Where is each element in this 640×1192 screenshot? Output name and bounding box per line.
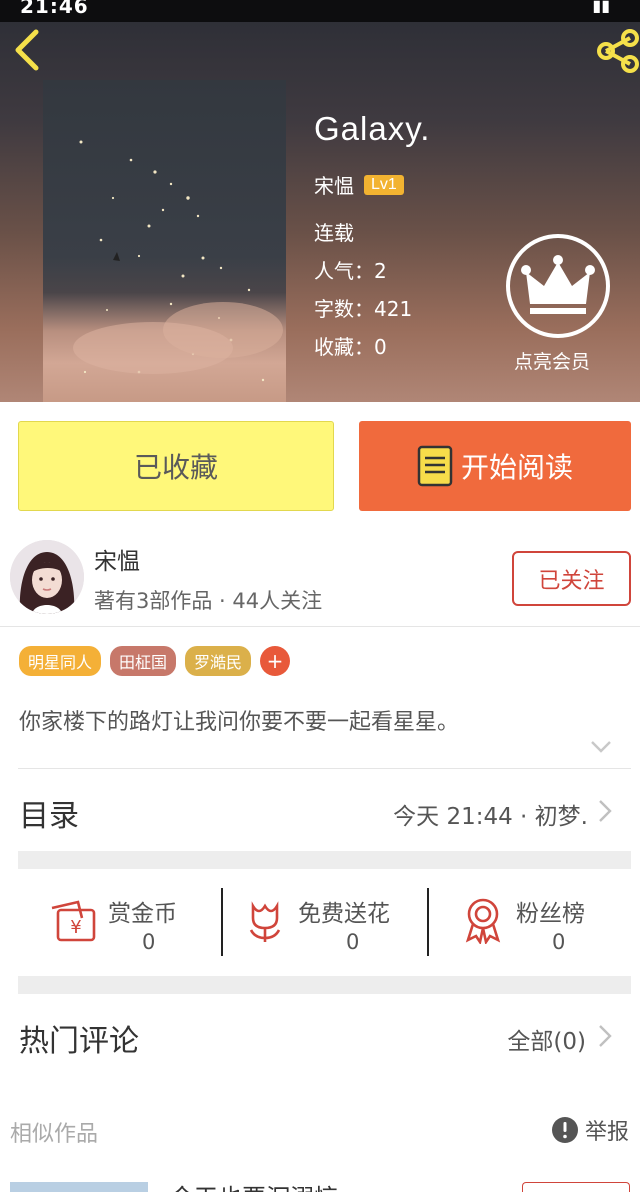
back-arrow-icon [15,29,39,71]
collected-button[interactable]: 已收藏 [18,421,334,511]
similar-works-title: 相似作品 [10,1122,99,1147]
divider [18,768,631,769]
author-works-followers: 著有3部作品 · 44人关注 [94,589,323,613]
vip-button[interactable] [506,234,610,338]
hot-comments-title: 热门评论 [19,1024,139,1059]
catalog-title[interactable]: 目录 [19,791,79,835]
section-divider [18,851,631,869]
status-bar: 21:46 ▮▮ [0,0,640,22]
book-header: 21:46 ▮▮ Galaxy. 宋愠 Lv1 连载 人气：2 字数：421 收… [0,0,640,402]
similar-item-thumbnail[interactable] [10,1182,148,1192]
battery-icon: ▮▮ [592,0,610,15]
stat-value: 0 [346,930,360,954]
divider [0,626,640,627]
start-reading-label: 开始阅读 [460,451,573,484]
chevron-right-icon[interactable] [598,1024,612,1048]
author-level-badge: Lv1 [364,174,404,195]
book-icon [417,445,453,487]
start-reading-button[interactable]: 开始阅读 [359,421,631,511]
add-tag-button[interactable]: + [260,646,291,676]
follow-button[interactable]: 已关注 [512,551,631,606]
word-count-stat: 字数：421 [314,297,413,321]
share-icon [597,29,639,73]
tag-list: 明星同人 田柾国 罗澔民 + [19,646,291,676]
svg-text:¥: ¥ [70,917,81,938]
expand-chevron-icon[interactable] [590,740,612,754]
flower-icon [249,901,281,942]
header-author-row[interactable]: 宋愠 Lv1 [314,170,404,199]
stat-label: 免费送花 [298,901,390,927]
tag-chip[interactable]: 田柾国 [110,646,177,676]
all-comments-link[interactable]: 全部(0) [507,1022,586,1056]
red-packet-icon: ¥ [51,900,96,942]
back-button[interactable] [8,26,48,72]
stat-label: 赏金币 [108,901,177,927]
book-summary: 你家楼下的路灯让我问你要不要一起看星星。 [19,710,460,735]
fan-ranking-stat[interactable]: 粉丝榜 0 [460,888,610,956]
vip-label: 点亮会员 [514,351,591,373]
favorites-stat: 收藏：0 [314,335,387,359]
follow-button-label: 已关注 [538,568,605,594]
share-button[interactable] [594,28,640,74]
popularity-stat: 人气：2 [314,259,387,283]
warning-icon [552,1117,578,1143]
report-button[interactable]: 举报 [551,1114,629,1146]
similar-item-title[interactable]: 今天也要沉溺惊 [170,1178,338,1192]
serial-status: 连载 [314,221,354,245]
section-divider [18,976,631,994]
collected-button-label: 已收藏 [133,451,218,484]
tag-chip[interactable]: 明星同人 [19,646,102,676]
stat-divider [427,888,429,956]
medal-icon [465,898,501,944]
similar-item-badge [522,1182,630,1192]
stat-label: 粉丝榜 [516,901,585,927]
crown-icon [521,255,595,314]
tag-chip[interactable]: 罗澔民 [185,646,252,676]
cover-image [73,140,283,382]
book-cover[interactable] [43,80,286,402]
free-flowers-stat[interactable]: 免费送花 0 [244,888,424,956]
book-title: Galaxy. [314,110,431,147]
status-time: 21:46 [20,0,89,18]
latest-chapter-info[interactable]: 今天 21:44 · 初梦. [393,797,588,831]
author-name[interactable]: 宋愠 [94,542,140,576]
chevron-right-icon[interactable] [598,799,612,823]
avatar-image [10,540,84,614]
header-author-name: 宋愠 [314,174,354,198]
author-avatar[interactable] [10,540,84,614]
reward-coins-stat[interactable]: ¥ 赏金币 0 [48,888,218,956]
stat-value: 0 [142,930,156,954]
stat-value: 0 [552,930,566,954]
report-label: 举报 [585,1120,630,1145]
stat-divider [221,888,223,956]
